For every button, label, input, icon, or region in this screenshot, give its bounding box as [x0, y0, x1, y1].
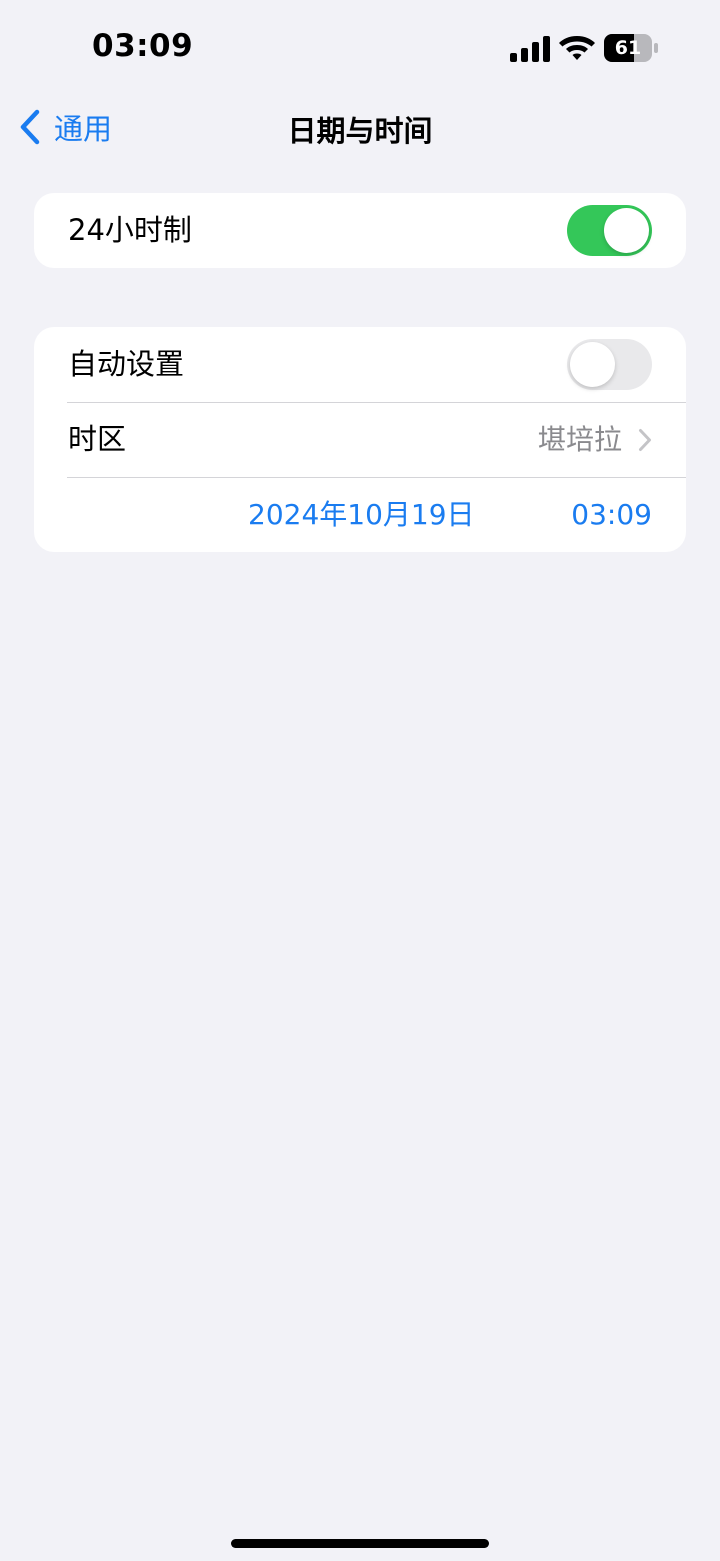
row-24-hour-label: 24小时制: [68, 213, 192, 247]
toggle-auto-set[interactable]: [567, 339, 652, 390]
timezone-value: 堪培拉: [537, 423, 622, 456]
home-indicator[interactable]: [231, 1539, 489, 1548]
toggle-24-hour[interactable]: [567, 205, 652, 256]
chevron-left-icon: [20, 109, 40, 145]
battery-level: 61: [614, 37, 642, 59]
row-auto-set-label: 自动设置: [68, 347, 185, 381]
back-label: 通用: [54, 112, 113, 146]
wifi-icon: [559, 36, 595, 60]
status-bar: 03:09 61: [0, 0, 720, 96]
row-timezone-label: 时区: [68, 422, 127, 456]
toggle-knob: [604, 208, 649, 253]
settings-group-datetime: 自动设置 时区 堪培拉 2024年10月19日 03:09: [34, 327, 686, 552]
row-auto-set: 自动设置: [34, 327, 686, 402]
back-button[interactable]: 通用: [18, 104, 112, 150]
date-picker-button[interactable]: 2024年10月19日: [248, 477, 475, 552]
status-time: 03:09: [92, 28, 194, 64]
toggle-knob: [570, 342, 615, 387]
row-date-time: 2024年10月19日 03:09: [34, 477, 686, 552]
row-timezone[interactable]: 时区 堪培拉: [34, 402, 686, 477]
time-picker-button[interactable]: 03:09: [571, 477, 652, 552]
row-24-hour: 24小时制: [34, 193, 686, 268]
chevron-right-icon: [639, 429, 651, 451]
settings-group-format: 24小时制: [34, 193, 686, 268]
signal-icon: [510, 36, 550, 62]
